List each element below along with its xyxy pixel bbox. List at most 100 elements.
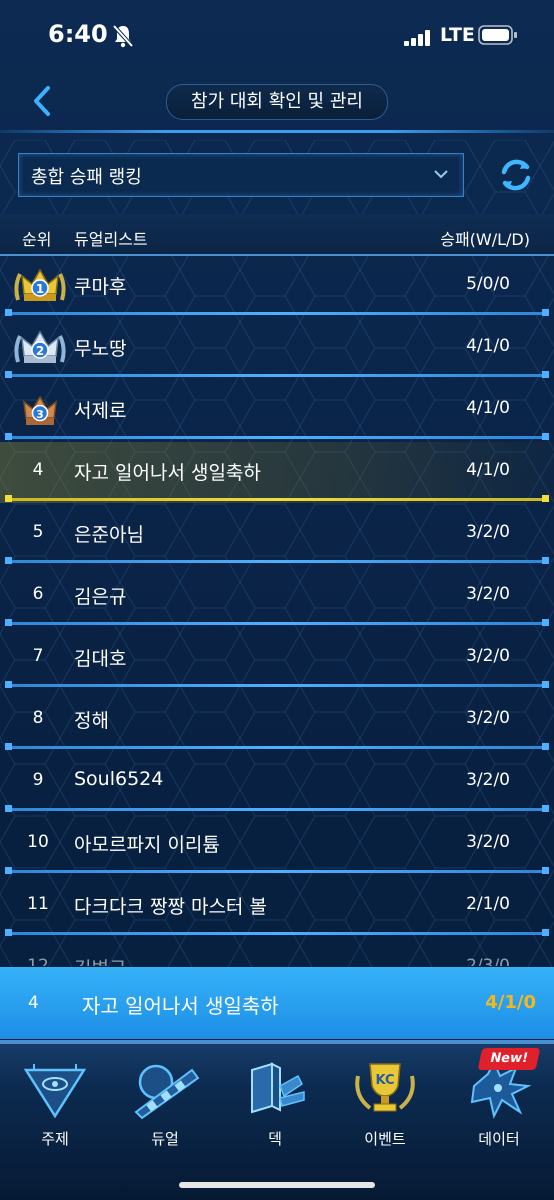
row-divider bbox=[5, 681, 549, 688]
nav-top-border bbox=[0, 1040, 554, 1044]
new-badge: New! bbox=[477, 1048, 541, 1070]
bell-muted-icon bbox=[112, 24, 134, 48]
my-rank: 4 bbox=[28, 993, 39, 1013]
duelist-record: 2/3/0 bbox=[466, 956, 510, 966]
refresh-icon[interactable] bbox=[496, 156, 536, 194]
nav-label-data: 데이터 bbox=[478, 1130, 520, 1148]
my-record: 4/1/0 bbox=[485, 992, 536, 1013]
duelist-record: 2/1/0 bbox=[466, 894, 510, 914]
network-type: LTE bbox=[440, 24, 475, 46]
row-divider bbox=[5, 805, 549, 812]
nav-label-theme: 주제 bbox=[41, 1130, 69, 1148]
svg-text:KC: KC bbox=[375, 1073, 394, 1088]
crown-rank-number: 2 bbox=[36, 344, 44, 358]
battery-icon bbox=[478, 25, 517, 45]
ranking-type-dropdown[interactable]: 총합 승패 랭킹 bbox=[18, 153, 464, 197]
duelist-name: 정해 bbox=[74, 710, 109, 732]
row-divider bbox=[5, 495, 549, 502]
ranking-row[interactable]: 10 아모르파지 이리튬 3/2/0 bbox=[0, 814, 554, 875]
duelist-rank: 10 bbox=[27, 832, 49, 852]
duelist-record: 5/0/0 bbox=[466, 274, 510, 294]
nav-item-theme[interactable]: 주제 bbox=[0, 1050, 110, 1150]
ranking-row[interactable]: 11 다크다크 짱짱 마스터 볼 2/1/0 bbox=[0, 876, 554, 937]
nav-label-event: 이벤트 bbox=[364, 1130, 406, 1148]
trophy-icon: KC bbox=[355, 1063, 415, 1112]
duelist-record: 4/1/0 bbox=[466, 398, 510, 418]
duelist-record: 3/2/0 bbox=[466, 708, 510, 728]
duelist-rank: 7 bbox=[32, 646, 44, 666]
duelist-rank: 6 bbox=[32, 584, 44, 604]
nav-label-deck: 덱 bbox=[268, 1130, 282, 1148]
deck-icon bbox=[251, 1062, 305, 1114]
duelist-name: 자고 일어나서 생일축하 bbox=[74, 462, 261, 484]
my-name: 자고 일어나서 생일축하 bbox=[82, 994, 279, 1018]
column-rank: 순위 bbox=[22, 230, 52, 249]
duelist-rank: 8 bbox=[32, 708, 44, 728]
crown-rank-number: 3 bbox=[36, 408, 44, 421]
nav-label-duel: 듀얼 bbox=[151, 1130, 179, 1148]
duelist-name: 김대호 bbox=[74, 648, 127, 670]
nav-item-event[interactable]: KC 이벤트 bbox=[330, 1050, 440, 1150]
duelist-record: 4/1/0 bbox=[466, 460, 510, 480]
row-divider bbox=[5, 743, 549, 750]
duelist-name: 서제로 bbox=[74, 400, 127, 422]
ranking-row[interactable]: 9 Soul6524 3/2/0 bbox=[0, 752, 554, 813]
ranking-row[interactable]: 5 은준아님 3/2/0 bbox=[0, 504, 554, 565]
signal-icon bbox=[404, 30, 430, 46]
duelist-name: 다크다크 짱짱 마스터 볼 bbox=[74, 896, 267, 918]
duelist-record: 4/1/0 bbox=[466, 336, 510, 356]
row-divider bbox=[5, 309, 549, 316]
duelist-rank: 4 bbox=[32, 460, 44, 480]
crown-rank-number: 1 bbox=[36, 282, 44, 296]
ranking-row[interactable]: 2 무노땅 4/1/0 bbox=[0, 318, 554, 379]
bronze-crown-rank-icon: 3 bbox=[23, 395, 57, 425]
ranking-list[interactable]: 1 쿠마후 5/0/0 2 무노땅 4/1/0 3 서제로 4/1/0 4 자고… bbox=[0, 256, 554, 966]
duelist-rank: 9 bbox=[32, 770, 44, 790]
duel-disk-icon bbox=[134, 1064, 200, 1120]
dropdown-selected-value: 총합 승패 랭킹 bbox=[31, 167, 142, 188]
status-time: 6:40 bbox=[48, 20, 108, 48]
duelist-name: 쿠마후 bbox=[74, 276, 127, 298]
row-divider bbox=[5, 433, 549, 440]
gold-crown-rank-icon: 1 bbox=[14, 268, 66, 301]
column-record: 승패(W/L/D) bbox=[440, 230, 530, 249]
my-rank-bar[interactable]: 4 자고 일어나서 생일축하 4/1/0 bbox=[0, 967, 554, 1039]
chevron-down-icon bbox=[434, 170, 448, 179]
bottom-navigation: 주제 듀얼 덱 KC 이벤트 데이터 bbox=[0, 1040, 554, 1200]
ranking-row[interactable]: 6 김은규 3/2/0 bbox=[0, 566, 554, 627]
ranking-row[interactable]: 8 정해 3/2/0 bbox=[0, 690, 554, 751]
ranking-row[interactable]: 3 서제로 4/1/0 bbox=[0, 380, 554, 441]
duelist-name: 무노땅 bbox=[74, 338, 127, 360]
nav-item-duel[interactable]: 듀얼 bbox=[110, 1050, 220, 1150]
ranking-row-self[interactable]: 4 자고 일어나서 생일축하 4/1/0 bbox=[0, 442, 554, 503]
duelist-record: 3/2/0 bbox=[466, 770, 510, 790]
duelist-name: Soul6524 bbox=[74, 768, 164, 790]
row-divider bbox=[5, 867, 549, 874]
duelist-name: 김병규 bbox=[74, 954, 126, 966]
duelist-record: 3/2/0 bbox=[466, 584, 510, 604]
column-header-row: 순위 듀얼리스트 승패(W/L/D) bbox=[0, 214, 554, 254]
duelist-name: 은준아님 bbox=[74, 524, 144, 546]
duelist-record: 3/2/0 bbox=[466, 832, 510, 852]
nav-item-deck[interactable]: 덱 bbox=[220, 1050, 330, 1150]
row-divider bbox=[5, 619, 549, 626]
home-indicator[interactable] bbox=[179, 1182, 375, 1188]
duelist-record: 3/2/0 bbox=[466, 646, 510, 666]
duelist-name: 아모르파지 이리튬 bbox=[74, 834, 220, 856]
page-title: 참가 대회 확인 및 관리 bbox=[166, 84, 388, 120]
status-bar: 6:40 LTE bbox=[0, 0, 554, 72]
silver-crown-rank-icon: 2 bbox=[14, 330, 66, 363]
header-divider bbox=[0, 130, 554, 133]
ranking-row[interactable]: 12 김병규 2/3/0 bbox=[0, 938, 554, 966]
row-divider bbox=[5, 557, 549, 564]
duelist-rank: 12 bbox=[27, 956, 49, 966]
back-chevron-icon[interactable] bbox=[28, 84, 56, 118]
row-divider bbox=[5, 371, 549, 378]
duelist-record: 3/2/0 bbox=[466, 522, 510, 542]
ranking-row[interactable]: 7 김대호 3/2/0 bbox=[0, 628, 554, 689]
ranking-row[interactable]: 1 쿠마후 5/0/0 bbox=[0, 256, 554, 317]
row-divider bbox=[5, 929, 549, 936]
duelist-name: 김은규 bbox=[74, 586, 127, 608]
millennium-eye-icon bbox=[23, 1064, 87, 1119]
duelist-rank: 5 bbox=[32, 522, 44, 542]
